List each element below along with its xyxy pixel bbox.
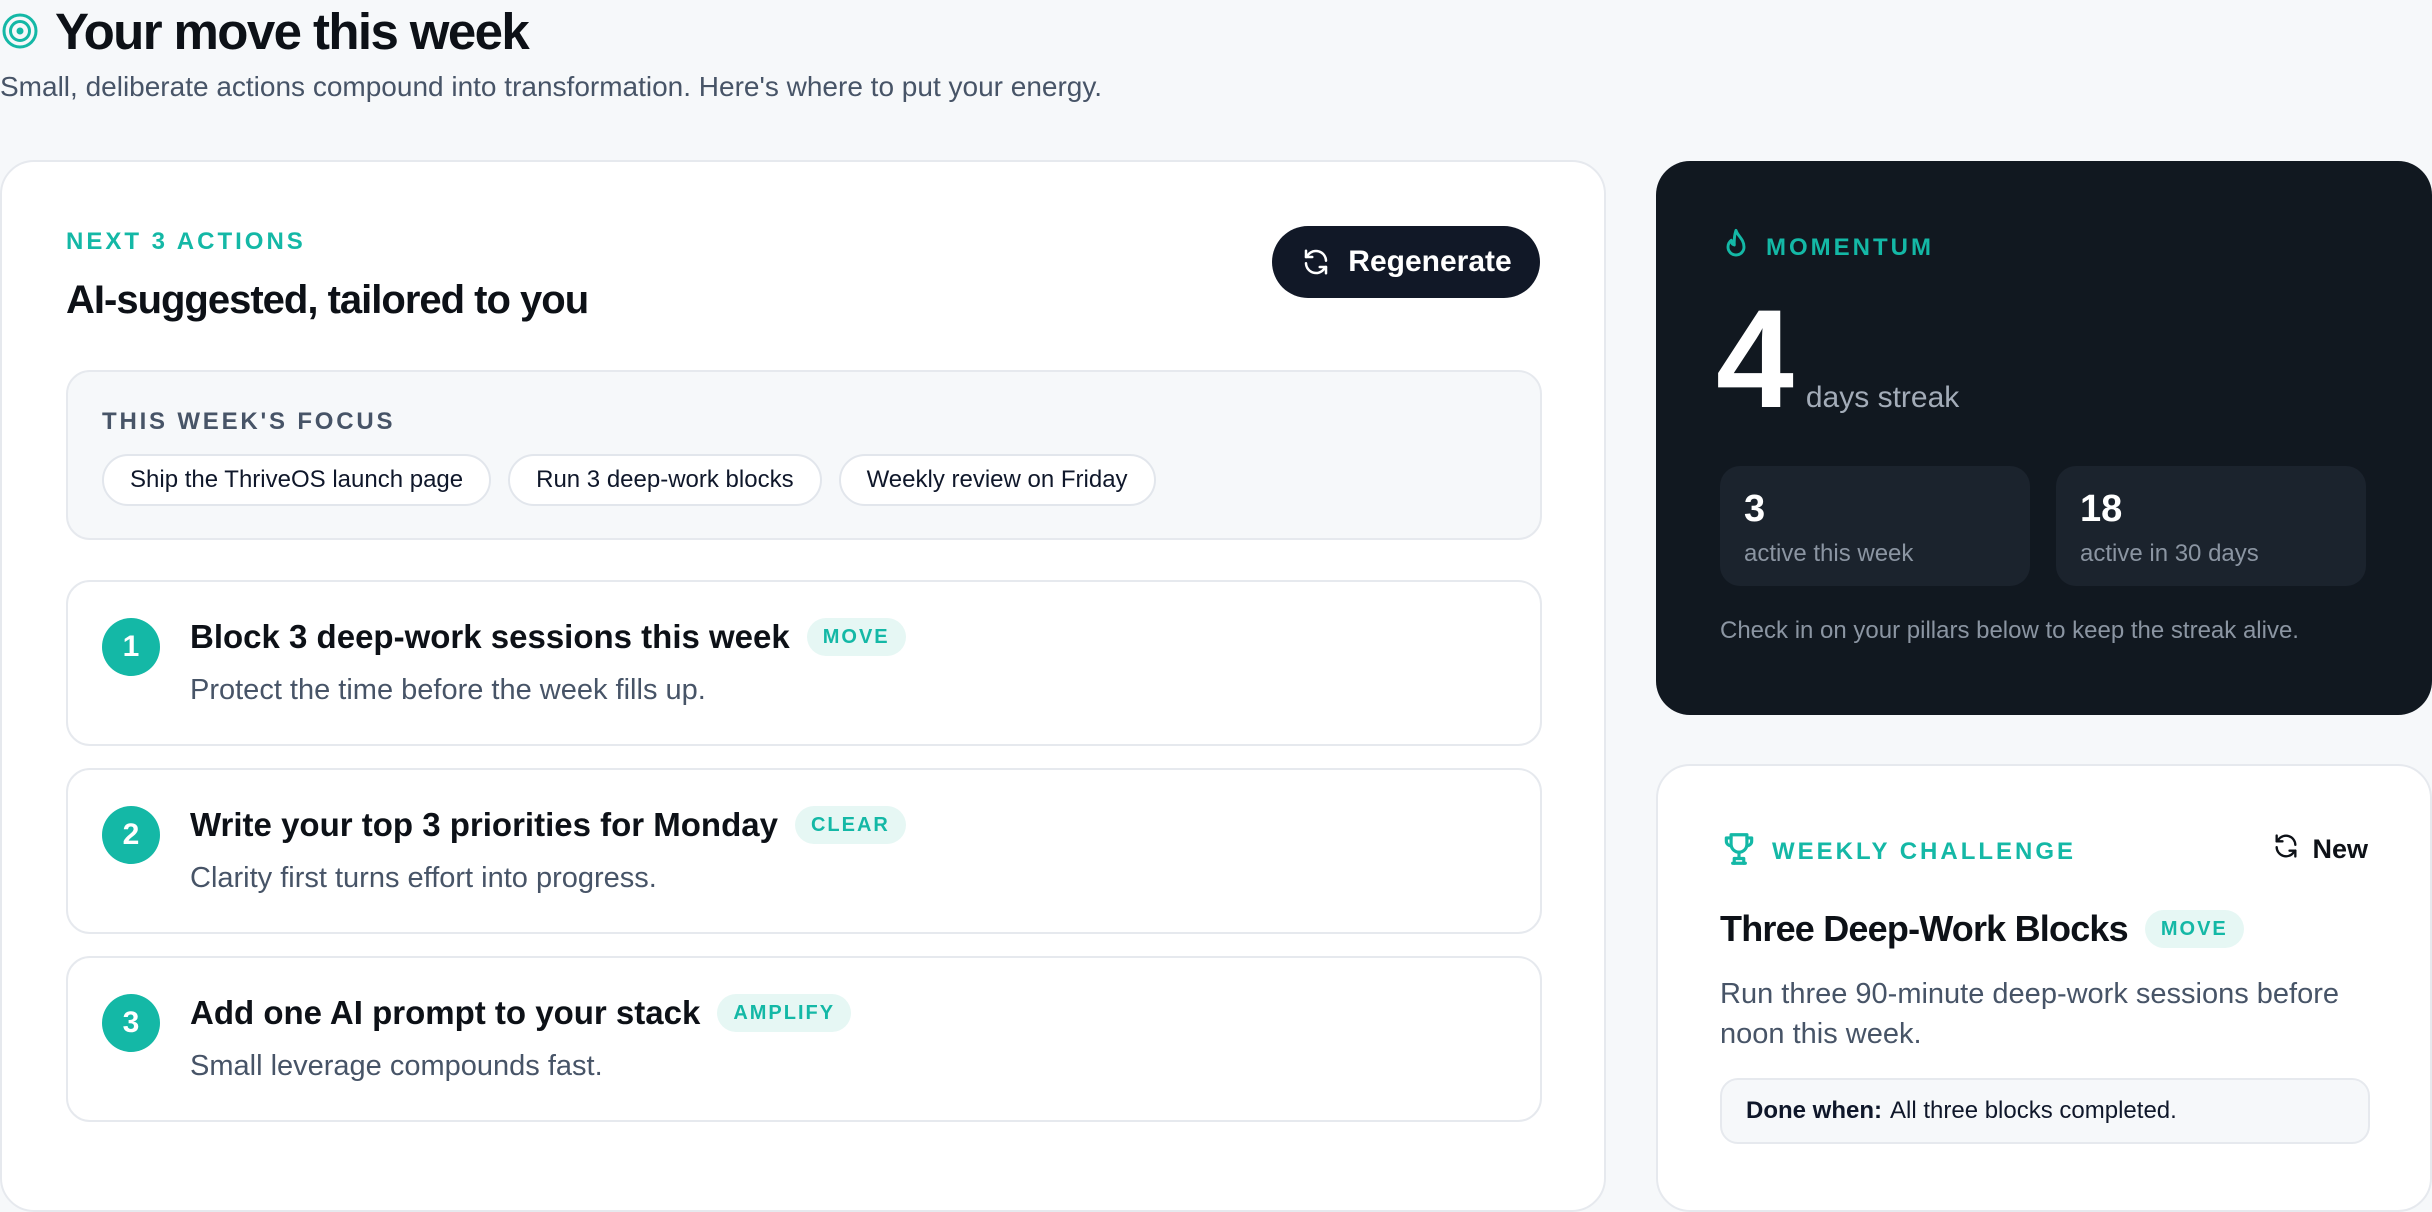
- focus-label: THIS WEEK'S FOCUS: [102, 408, 396, 435]
- weekly-focus: THIS WEEK'S FOCUS Ship the ThriveOS laun…: [66, 370, 1542, 540]
- action-title: Write your top 3 priorities for Monday: [190, 806, 778, 843]
- action-description: Clarity first turns effort into progress…: [190, 862, 657, 894]
- action-tag: CLEAR: [794, 806, 906, 844]
- regenerate-label: Regenerate: [1348, 245, 1512, 278]
- challenge-title: Three Deep-Work Blocks: [1720, 908, 2129, 949]
- done-criteria: Done when: All three blocks completed.: [1720, 1078, 2370, 1144]
- streak-label: days streak: [1805, 381, 1960, 414]
- action-description: Protect the time before the week fills u…: [190, 674, 706, 706]
- stat-label: active in 30 days: [2080, 540, 2259, 567]
- action-number: 3: [102, 994, 160, 1052]
- actions-eyebrow: NEXT 3 ACTIONS: [66, 228, 306, 255]
- target-icon: [0, 11, 40, 51]
- actions-heading: AI-suggested, tailored to you: [66, 278, 589, 322]
- stat-label: active this week: [1744, 540, 1914, 567]
- focus-chips: Ship the ThriveOS launch page Run 3 deep…: [102, 454, 1156, 506]
- momentum-card: MOMENTUM 4 days streak 3 active this wee…: [1656, 161, 2432, 715]
- stat-value: 18: [2080, 488, 2123, 530]
- trophy-icon: [1720, 830, 1758, 873]
- action-item-3[interactable]: 3 Add one AI prompt to your stack AMPLIF…: [66, 956, 1542, 1122]
- action-number: 1: [102, 618, 160, 676]
- focus-chip[interactable]: Run 3 deep-work blocks: [508, 454, 822, 506]
- streak-count: 4: [1716, 280, 1794, 437]
- challenge-description: Run three 90-minute deep-work sessions b…: [1720, 978, 2339, 1050]
- action-number: 2: [102, 806, 160, 864]
- stat-value: 3: [1744, 488, 1766, 530]
- flame-icon: [1720, 227, 1752, 268]
- regenerate-button[interactable]: Regenerate: [1272, 226, 1540, 298]
- momentum-note: Check in on your pillars below to keep t…: [1720, 617, 2299, 644]
- done-text: All three blocks completed.: [1890, 1097, 2177, 1124]
- refresh-icon: [1300, 246, 1332, 278]
- challenge-tag: MOVE: [2144, 910, 2244, 948]
- refresh-icon: [2272, 832, 2300, 867]
- stat-active-week: 3 active this week: [1720, 466, 2030, 586]
- action-title: Block 3 deep-work sessions this week: [190, 618, 790, 655]
- challenge-eyebrow: WEEKLY CHALLENGE: [1772, 837, 2077, 865]
- action-item-2[interactable]: 2 Write your top 3 priorities for Monday…: [66, 768, 1542, 934]
- new-label: New: [2312, 834, 2368, 864]
- page-header: Your move this week Small, deliberate ac…: [0, 0, 1600, 103]
- weekly-challenge-card: WEEKLY CHALLENGE New Three Deep-Work Blo…: [1656, 764, 2432, 1212]
- action-tag: AMPLIFY: [717, 994, 852, 1032]
- stat-active-30-days: 18 active in 30 days: [2056, 466, 2366, 586]
- new-challenge-button[interactable]: New: [2272, 832, 2368, 867]
- focus-chip[interactable]: Weekly review on Friday: [838, 454, 1156, 506]
- action-title: Add one AI prompt to your stack: [190, 994, 701, 1031]
- action-tag: MOVE: [806, 618, 906, 656]
- focus-chip[interactable]: Ship the ThriveOS launch page: [102, 454, 492, 506]
- next-actions-card: NEXT 3 ACTIONS AI-suggested, tailored to…: [0, 160, 1606, 1212]
- action-item-1[interactable]: 1 Block 3 deep-work sessions this week M…: [66, 580, 1542, 746]
- momentum-eyebrow: MOMENTUM: [1766, 233, 1934, 261]
- action-description: Small leverage compounds fast.: [190, 1050, 603, 1082]
- done-label: Done when:: [1746, 1097, 1882, 1124]
- page-title: Your move this week: [55, 2, 530, 60]
- page-subtitle: Small, deliberate actions compound into …: [0, 71, 1103, 102]
